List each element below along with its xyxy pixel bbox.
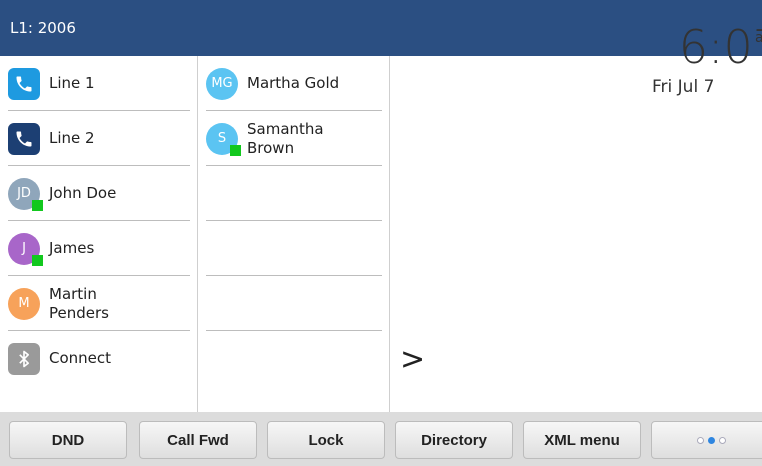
page-indicator	[696, 436, 726, 444]
avatar: MG	[206, 67, 238, 100]
softkey-xml-menu[interactable]: XML menu	[523, 421, 641, 459]
clock-time: 6:07	[678, 20, 762, 74]
phone-icon	[8, 67, 40, 100]
softkey-more-pages[interactable]	[651, 421, 762, 459]
key-label: Samantha Brown	[247, 119, 324, 157]
col1-key-2[interactable]: Line 2	[8, 111, 190, 166]
presence-status-icon	[230, 144, 241, 156]
col1-key-5[interactable]: M Martin Penders	[8, 276, 190, 331]
avatar: S	[206, 122, 241, 156]
clock-ampm: am	[755, 30, 762, 46]
key-label: Martin Penders	[49, 284, 109, 322]
header-bar: L1: 2006	[0, 0, 762, 56]
col2-empty-key[interactable]	[206, 221, 382, 276]
key-label: Connect	[49, 349, 112, 367]
page-dot	[718, 436, 726, 444]
avatar-initials: S	[217, 131, 227, 146]
page-dot	[696, 436, 704, 444]
key-label: Martha Gold	[247, 74, 340, 92]
avatar: M	[8, 287, 40, 320]
softkey-dnd[interactable]: DND	[9, 421, 127, 459]
presence-status-icon	[32, 199, 43, 211]
key-label: James	[49, 239, 95, 257]
phone-icon	[8, 122, 40, 155]
key-label: Line 1	[49, 74, 95, 92]
page-dot-active	[707, 436, 715, 444]
col2-key-1[interactable]: MG Martha Gold	[206, 56, 382, 111]
bluetooth-icon	[8, 342, 40, 375]
avatar: J	[8, 232, 43, 266]
col2-empty-key[interactable]	[206, 331, 382, 386]
col2-empty-key[interactable]	[206, 276, 382, 331]
col1-key-4[interactable]: J James	[8, 221, 190, 276]
col1-key-1[interactable]: Line 1	[8, 56, 190, 111]
presence-status-icon	[32, 254, 43, 266]
softkey-directory[interactable]: Directory	[395, 421, 513, 459]
avatar: JD	[8, 177, 43, 211]
line-label: L1: 2006	[10, 19, 76, 37]
dial-prompt[interactable]: >	[400, 342, 425, 377]
avatar-initials: JD	[17, 186, 31, 201]
main-area: Line 1 Line 2 JD John Doe J James M Martin Pende…	[0, 56, 762, 412]
col1-key-3[interactable]: JD John Doe	[8, 166, 190, 221]
avatar-initials: MG	[211, 76, 233, 91]
softkey-call-fwd[interactable]: Call Fwd	[139, 421, 257, 459]
col1-key-6[interactable]: Connect	[8, 331, 190, 386]
col2-key-2[interactable]: S Samantha Brown	[206, 111, 382, 166]
avatar-initials: J	[22, 241, 26, 256]
programmable-keys-column-2: MG Martha Gold S Samantha Brown	[198, 56, 390, 412]
avatar-initials: M	[18, 296, 30, 311]
clock-date: Fri Jul 7	[652, 77, 715, 97]
idle-screen-panel	[390, 56, 762, 412]
softkey-lock[interactable]: Lock	[267, 421, 385, 459]
key-label: Line 2	[49, 129, 95, 147]
programmable-keys-column-1: Line 1 Line 2 JD John Doe J James M Martin Pende…	[0, 56, 198, 412]
col2-empty-key[interactable]	[206, 166, 382, 221]
key-label: John Doe	[49, 184, 117, 202]
softkey-bar: DND Call Fwd Lock Directory XML menu	[0, 412, 762, 466]
